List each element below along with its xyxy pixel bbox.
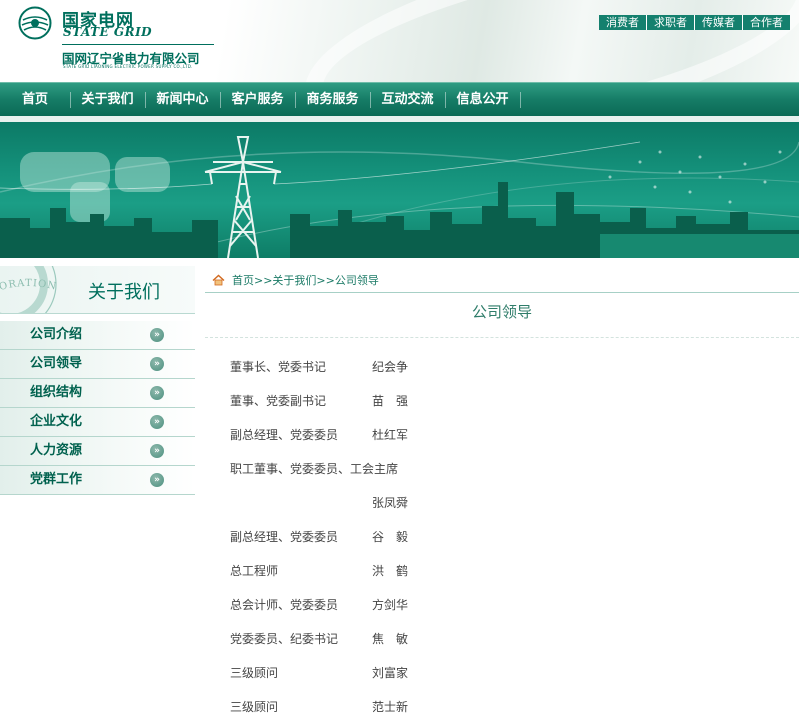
double-arrow-icon: » [150, 386, 164, 400]
nav-news[interactable]: 新闻中心 [145, 83, 220, 117]
breadcrumb-divider [205, 292, 799, 293]
main-nav: 首页 关于我们 新闻中心 客户服务 商务服务 互动交流 信息公开 [0, 82, 799, 116]
sidebar-item-human-resources[interactable]: 人力资源 » [0, 437, 195, 466]
leader-name: 纪会争 [372, 360, 409, 374]
link-media[interactable]: 传媒者 [694, 15, 742, 30]
sidebar-menu: 公司介绍 » 公司领导 » 组织结构 » 企业文化 » 人力资源 » 党群工作 … [0, 321, 195, 495]
leader-name: 张凤舜 [372, 496, 409, 510]
leader-name: 谷 毅 [372, 530, 409, 544]
nav-interaction[interactable]: 互动交流 [370, 83, 445, 117]
site-header: 国家电网 STATE GRID 国网辽宁省电力有限公司 STATE GRID L… [0, 0, 799, 82]
header-swoosh-decoration [289, 0, 799, 82]
company-english-name: STATE GRID LIAONING ELECTRIC POWER SUPPL… [63, 64, 193, 69]
leader-position: 总工程师 [230, 564, 279, 578]
double-arrow-icon: » [150, 444, 164, 458]
logo-divider [62, 44, 214, 45]
leader-position: 三级顾问 [230, 700, 279, 714]
leader-position: 董事、党委副书记 [230, 394, 327, 408]
list-item: 总会计师、党委委员 方剑华 [230, 592, 630, 626]
double-arrow-icon: » [150, 328, 164, 342]
nav-home[interactable]: 首页 [0, 83, 70, 117]
leader-position: 副总经理、党委委员 [230, 530, 339, 544]
sidebar-item-company-intro[interactable]: 公司介绍 » [0, 321, 195, 350]
breadcrumb: 首页>>关于我们>>公司领导 [212, 272, 379, 288]
sidebar-item-label: 党群工作 [30, 472, 83, 487]
leader-name: 方剑华 [372, 598, 409, 612]
list-item: 职工董事、党委委员、工会主席 [230, 456, 630, 490]
title-divider [205, 337, 799, 338]
svg-text:CORPORATION OF: CORPORATION OF [0, 266, 63, 308]
sidebar-item-company-leaders[interactable]: 公司领导 » [0, 350, 195, 379]
sidebar-item-label: 公司领导 [30, 356, 83, 371]
list-item: 总工程师 洪 鹤 [230, 558, 630, 592]
state-grid-logo-icon[interactable] [18, 6, 52, 40]
leader-position: 总会计师、党委委员 [230, 598, 339, 612]
sidebar-header: CORPORATION OF 关于我们 [0, 266, 195, 314]
leader-name: 焦 敏 [372, 632, 409, 646]
double-arrow-icon: » [150, 415, 164, 429]
corporation-seal-icon: CORPORATION OF [0, 266, 63, 313]
sidebar-item-party-work[interactable]: 党群工作 » [0, 466, 195, 495]
sidebar-item-corporate-culture[interactable]: 企业文化 » [0, 408, 195, 437]
list-item: 副总经理、党委委员 杜红军 [230, 422, 630, 456]
leader-name: 刘富家 [372, 666, 409, 680]
leader-position: 董事长、党委书记 [230, 360, 327, 374]
nav-info-disclosure[interactable]: 信息公开 [445, 83, 520, 117]
page-title: 公司领导 [471, 303, 532, 321]
nav-business-service[interactable]: 商务服务 [295, 83, 370, 117]
nav-customer-service[interactable]: 客户服务 [220, 83, 295, 117]
leader-position: 职工董事、党委委员、工会主席 [230, 462, 399, 476]
leader-position: 三级顾问 [230, 666, 279, 680]
leaders-list: 董事长、党委书记 纪会争 董事、党委副书记 苗 强 副总经理、党委委员 杜红军 … [230, 354, 630, 722]
sidebar-item-label: 企业文化 [30, 414, 83, 429]
nav-about[interactable]: 关于我们 [70, 83, 145, 117]
home-icon [212, 274, 225, 286]
double-arrow-icon: » [150, 473, 164, 487]
sidebar-item-label: 公司介绍 [30, 327, 83, 342]
leader-name: 范士新 [372, 700, 409, 714]
banner-city-power-image [0, 136, 799, 258]
link-partner[interactable]: 合作者 [742, 15, 790, 30]
list-item: 副总经理、党委委员 谷 毅 [230, 524, 630, 558]
nav-end-divider [520, 83, 521, 117]
sidebar-item-label: 人力资源 [30, 443, 83, 458]
list-item: 张凤舜 [230, 490, 630, 524]
banner [0, 122, 799, 258]
list-item: 党委委员、纪委书记 焦 敏 [230, 626, 630, 660]
leader-position: 副总经理、党委委员 [230, 428, 339, 442]
list-item: 三级顾问 刘富家 [230, 660, 630, 694]
leader-name: 苗 强 [372, 394, 409, 408]
seal-text: CORPORATION OF [0, 266, 62, 308]
list-item: 三级顾问 范士新 [230, 694, 630, 722]
list-item: 董事长、党委书记 纪会争 [230, 354, 630, 388]
leader-name: 杜红军 [372, 428, 409, 442]
audience-links: 消费者 求职者 传媒者 合作者 [599, 15, 790, 30]
double-arrow-icon: » [150, 357, 164, 371]
logo-english-name[interactable]: STATE GRID [63, 25, 152, 39]
link-consumer[interactable]: 消费者 [599, 15, 646, 30]
breadcrumb-text[interactable]: 首页>>关于我们>>公司领导 [232, 272, 379, 288]
sidebar-title: 关于我们 [88, 282, 160, 303]
link-job-seeker[interactable]: 求职者 [646, 15, 694, 30]
sidebar-item-label: 组织结构 [30, 385, 83, 400]
list-item: 董事、党委副书记 苗 强 [230, 388, 630, 422]
leader-name: 洪 鹤 [372, 564, 409, 578]
leader-position: 党委委员、纪委书记 [230, 632, 339, 646]
sidebar-item-org-structure[interactable]: 组织结构 » [0, 379, 195, 408]
